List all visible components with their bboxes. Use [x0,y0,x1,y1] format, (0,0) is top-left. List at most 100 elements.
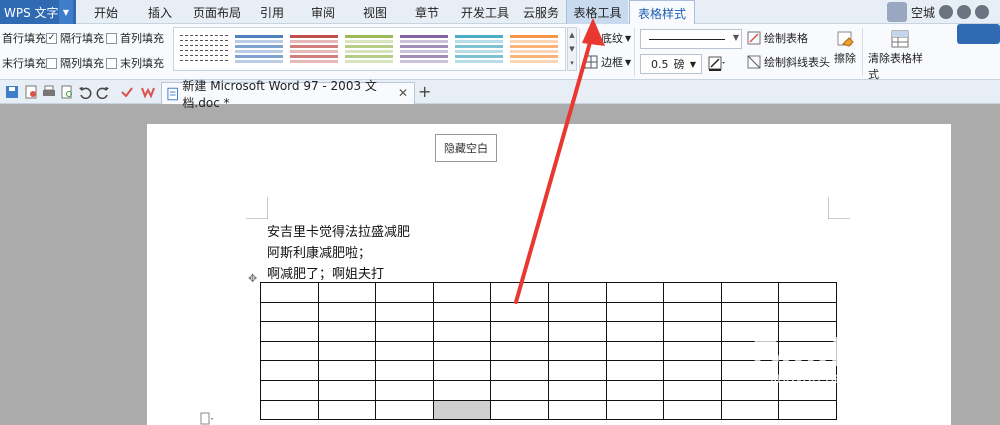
skin-icon[interactable] [939,5,954,19]
table-cell[interactable] [547,301,607,323]
new-tab-button[interactable]: + [418,82,431,101]
print-preview-icon[interactable] [60,85,74,99]
avatar[interactable] [887,2,907,22]
cloud-sync-button[interactable] [957,24,1000,44]
tab-table-style[interactable]: 表格样式 [629,0,695,25]
table-cell[interactable] [260,379,319,401]
table-cell[interactable] [490,379,549,401]
table-cell[interactable] [605,379,665,401]
table-cell[interactable] [605,301,665,323]
line-style-select[interactable]: ▼ [640,29,742,49]
tab-cloud[interactable]: 云服务 [518,0,564,24]
table-cell[interactable] [663,301,722,323]
checkmark-icon[interactable] [120,85,134,99]
table-cell[interactable] [317,321,377,342]
export-pdf-icon[interactable] [24,85,38,99]
redo-icon[interactable] [96,85,110,99]
option-banded-cols[interactable]: 隔列填充 [46,55,104,71]
table-cell[interactable] [260,301,319,323]
table-cell[interactable] [605,340,665,362]
print-icon[interactable] [42,85,56,99]
checkbox-icon[interactable] [106,57,117,69]
option-last-row-fill[interactable]: 末行填充 [2,55,46,71]
table-cell[interactable] [663,321,722,342]
help-icon[interactable] [975,5,990,19]
table-cell[interactable] [375,321,434,342]
table-cell[interactable] [375,379,434,401]
table-cell[interactable] [375,282,434,303]
table-cell[interactable] [432,282,492,303]
scroll-down-icon[interactable]: ▼ [569,45,574,53]
table-cell[interactable] [490,360,549,381]
table-cell[interactable] [317,399,377,421]
doc-line-1[interactable]: 安吉里卡觉得法拉盛减肥 [267,221,410,240]
table-cell[interactable] [605,321,665,342]
option-first-col-fill[interactable]: 首列填充 [106,30,164,46]
paste-options-icon[interactable] [200,412,214,425]
pen-color-icon[interactable] [708,56,726,72]
document-table[interactable] [260,282,837,421]
table-cell[interactable] [547,399,607,421]
option-first-row-fill[interactable]: 首行填充 [2,30,46,46]
table-cell[interactable] [375,399,434,421]
checkbox-icon[interactable] [46,57,57,69]
table-cell[interactable] [605,360,665,381]
table-style-thumbnail[interactable] [235,34,283,66]
table-cell[interactable] [317,282,377,303]
table-cell[interactable] [547,379,607,401]
table-cell[interactable] [432,321,492,342]
tab-insert[interactable]: 插入 [140,0,180,24]
table-cell[interactable] [317,379,377,401]
checkbox-checked-icon[interactable]: ✓ [46,32,57,44]
table-cell[interactable] [663,282,722,303]
tab-references[interactable]: 引用 [252,0,292,24]
table-cell[interactable] [605,282,665,303]
tab-home[interactable]: 开始 [86,0,126,24]
undo-icon[interactable] [78,85,92,99]
table-cell[interactable] [432,379,492,401]
table-cell[interactable] [490,340,549,362]
option-banded-rows[interactable]: ✓ 隔行填充 [46,30,104,46]
table-cell[interactable] [432,399,492,421]
table-cell[interactable] [490,399,549,421]
table-style-thumbnail[interactable] [290,34,338,66]
app-menu-button[interactable]: WPS 文字 ▼ [0,0,76,24]
table-cell[interactable] [260,340,319,362]
table-move-handle-icon[interactable]: ✥ [248,272,260,285]
tab-review[interactable]: 审阅 [303,0,343,24]
draw-table-button[interactable]: 绘制表格 [747,30,808,46]
table-style-thumbnail[interactable] [345,34,393,66]
table-cell[interactable] [317,360,377,381]
table-cell[interactable] [663,340,722,362]
table-cell[interactable] [260,282,319,303]
table-cell[interactable] [778,282,837,303]
tab-page-layout[interactable]: 页面布局 [187,0,247,24]
table-cell[interactable] [547,282,607,303]
option-last-col-fill[interactable]: 末列填充 [106,55,164,71]
checkbox-icon[interactable] [106,32,117,44]
table-cell[interactable] [317,301,377,323]
borders-button[interactable]: 边框 ▼ [584,54,631,70]
table-cell[interactable] [605,399,665,421]
table-style-thumbnail[interactable] [400,34,448,66]
clear-table-style-button[interactable]: 清除表格样式 [868,28,932,82]
shading-button[interactable]: 底纹 ▼ [584,30,631,46]
table-cell[interactable] [432,301,492,323]
table-cell[interactable] [490,301,549,323]
table-cell[interactable] [260,399,319,421]
close-icon[interactable]: ✕ [398,86,408,100]
gallery-scroll[interactable]: ▲ ▼ ▾ [567,27,577,71]
table-cell[interactable] [663,399,722,421]
table-cell[interactable] [375,360,434,381]
table-cell[interactable] [260,321,319,342]
settings-icon[interactable] [957,5,972,19]
hide-blank-button[interactable]: 隐藏空白 [435,134,497,162]
table-cell[interactable] [490,282,549,303]
document-tab[interactable]: 新建 Microsoft Word 97 - 2003 文档.doc * ✕ [161,79,415,110]
tab-view[interactable]: 视图 [355,0,395,24]
table-style-thumbnail[interactable] [180,34,228,66]
tab-chapter[interactable]: 章节 [407,0,447,24]
user-area[interactable]: 空城 [887,0,1000,24]
line-width-select[interactable]: 0.5 磅 ▼ [640,54,702,74]
table-style-gallery[interactable] [173,27,566,71]
